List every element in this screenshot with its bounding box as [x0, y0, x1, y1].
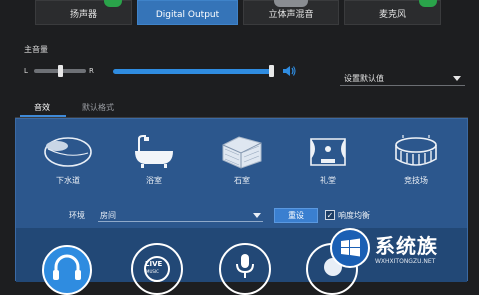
check-icon: ✓: [326, 210, 334, 220]
loudness-label: 响度均衡: [338, 211, 370, 220]
volume-slider[interactable]: [113, 69, 273, 74]
environment-label: 环境: [69, 211, 85, 220]
environment-value: 房间: [100, 210, 116, 220]
tab-label: 立体声混音: [268, 10, 314, 20]
subtab-default-format[interactable]: 默认格式: [82, 102, 114, 113]
balance-slider-thumb[interactable]: [58, 65, 63, 77]
master-volume-title: 主音量: [24, 45, 48, 54]
bathtub-icon: [135, 135, 173, 168]
chevron-down-icon: [453, 76, 461, 81]
env-auditorium[interactable]: 礼堂: [298, 135, 358, 186]
balance-left-label: L: [24, 67, 28, 75]
env-stadium[interactable]: 竞技场: [386, 135, 446, 186]
env-label: 下水道: [56, 176, 80, 185]
tab-label: Digital Output: [155, 10, 220, 20]
set-default-dropdown[interactable]: 设置默认值: [340, 72, 465, 86]
env-label: 礼堂: [320, 176, 336, 185]
watermark-logo: [330, 228, 370, 268]
reset-button[interactable]: 重设: [274, 208, 318, 223]
watermark-url: WXHXITONGZU.NET: [375, 258, 436, 265]
env-bathroom[interactable]: 浴室: [124, 135, 184, 186]
gray-device-icon: [274, 0, 308, 7]
env-label: 竞技场: [404, 176, 428, 185]
live-text: LIVE: [145, 260, 163, 268]
headphones-icon[interactable]: [42, 245, 92, 295]
watermark-text: 系统族: [375, 234, 438, 258]
music-text: MUSIC: [146, 269, 159, 274]
set-default-value: 设置默认值: [344, 74, 384, 83]
live-music-icon[interactable]: LIVE MUSIC: [131, 243, 183, 295]
env-label: 浴室: [146, 176, 162, 185]
tab-stereo-mix[interactable]: 立体声混音: [243, 0, 339, 25]
balance-right-label: R: [89, 67, 94, 75]
env-stone-room[interactable]: 石室: [212, 135, 272, 186]
speaker-volume-icon[interactable]: [282, 65, 296, 77]
microphone-icon[interactable]: [219, 243, 271, 295]
tab-digital-output[interactable]: Digital Output: [137, 0, 238, 25]
subtab-effects[interactable]: 音效: [34, 102, 50, 113]
stone-room-icon: [222, 136, 262, 169]
tab-speaker[interactable]: 扬声器: [35, 0, 132, 25]
pipe-icon: [44, 137, 92, 167]
env-label: 石室: [234, 176, 250, 185]
green-check-icon: [419, 0, 437, 7]
chevron-down-icon: [253, 212, 261, 218]
tab-label: 麦克风: [378, 10, 406, 20]
tab-label: 扬声器: [69, 10, 97, 20]
loudness-checkbox[interactable]: ✓: [325, 210, 335, 220]
environment-dropdown[interactable]: 房间: [98, 209, 263, 222]
stadium-icon: [395, 135, 437, 166]
volume-slider-thumb[interactable]: [269, 65, 274, 77]
env-sewer[interactable]: 下水道: [38, 135, 98, 186]
auditorium-icon: [310, 138, 346, 166]
windows-logo-icon: [341, 238, 360, 257]
green-check-icon: [104, 0, 122, 7]
tab-microphone[interactable]: 麦克风: [344, 0, 441, 25]
